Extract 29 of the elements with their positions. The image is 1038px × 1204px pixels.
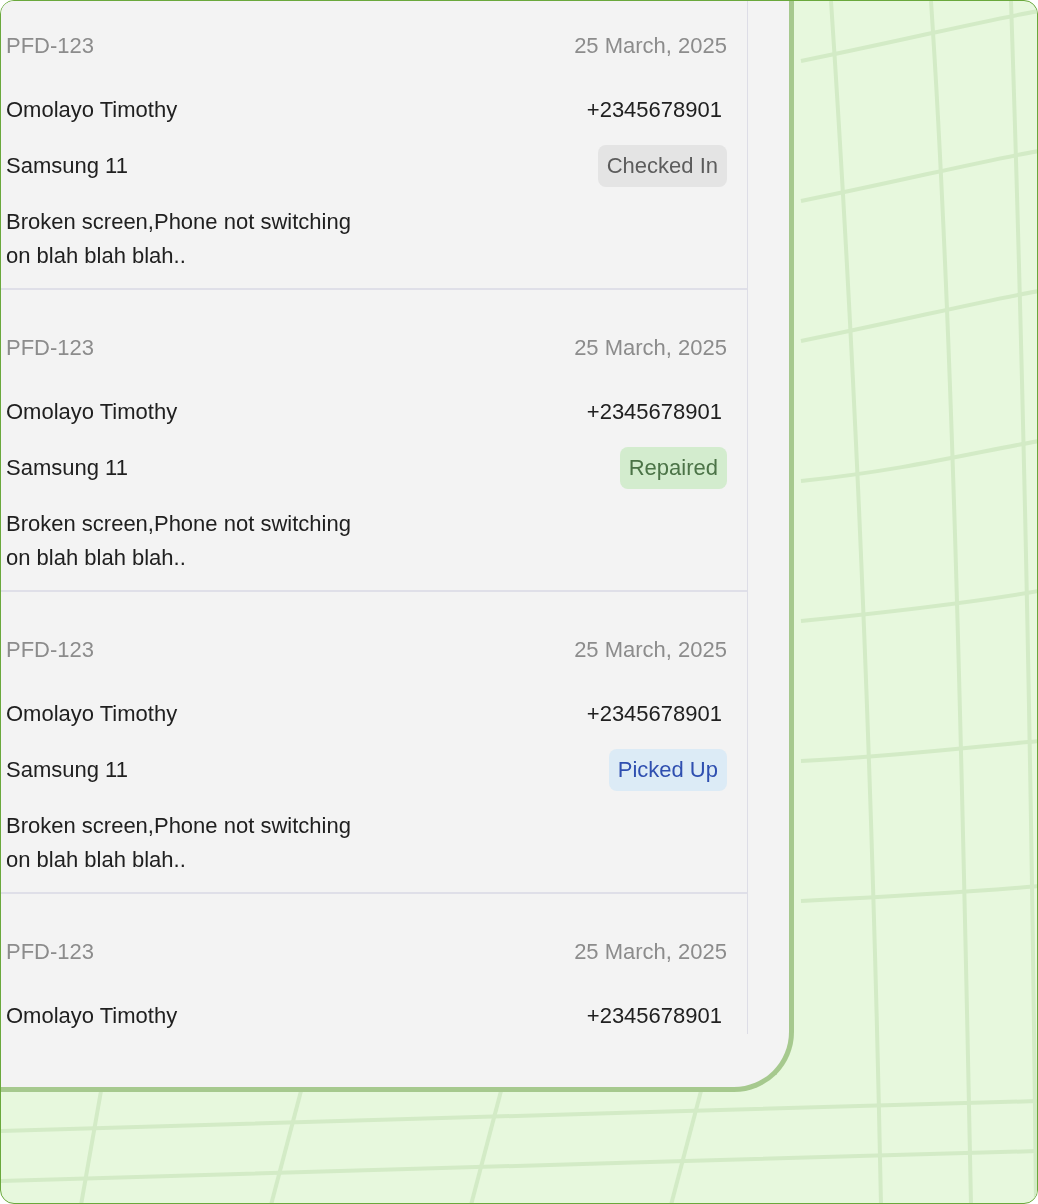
- customer-name: Omolayo Timothy: [6, 97, 178, 123]
- order-id: PFD-123: [6, 33, 95, 59]
- device-name: Samsung 11: [6, 455, 128, 481]
- device-name: Samsung 11: [6, 153, 128, 179]
- status-badge: Checked In: [597, 145, 727, 187]
- order-id: PFD-123: [6, 637, 95, 663]
- customer-name: Omolayo Timothy: [6, 701, 178, 727]
- order-id: PFD-123: [6, 335, 95, 361]
- issue-description: Broken screen,Phone not switching on blah blah blah..: [6, 510, 352, 572]
- customer-name: Omolayo Timothy: [6, 1003, 178, 1029]
- order-date: 25 March, 2025: [574, 637, 727, 663]
- issue-description: Broken screen,Phone not switching on blah blah blah..: [6, 812, 352, 874]
- order-date: 25 March, 2025: [574, 939, 727, 965]
- phone-number: +2345678901: [586, 97, 723, 123]
- order-card[interactable]: PFD-123 25 March, 2025 Omolayo Timothy +2345678901 Samsung 11 Repaired Broken screen,Phone not switching on blah blah blah..: [1, 290, 747, 592]
- issue-description: Broken screen,Phone not switching on blah blah blah..: [6, 208, 352, 270]
- order-card[interactable]: PFD-123 25 March, 2025 Omolayo Timothy +2345678901: [1, 894, 747, 1034]
- phone-number: +2345678901: [586, 701, 723, 727]
- status-badge: Repaired: [619, 447, 727, 489]
- phone-number: +2345678901: [586, 1003, 723, 1029]
- phone-number: +2345678901: [586, 399, 723, 425]
- device-name: Samsung 11: [6, 757, 128, 783]
- order-date: 25 March, 2025: [574, 335, 727, 361]
- status-badge: Picked Up: [608, 749, 727, 791]
- customer-name: Omolayo Timothy: [6, 399, 178, 425]
- order-id: PFD-123: [6, 939, 95, 965]
- order-date: 25 March, 2025: [574, 33, 727, 59]
- order-card[interactable]: PFD-123 25 March, 2025 Omolayo Timothy +2345678901 Samsung 11 Checked In Broken screen,Phone not switching on blah blah blah..: [1, 1, 747, 290]
- order-card[interactable]: PFD-123 25 March, 2025 Omolayo Timothy +2345678901 Samsung 11 Picked Up Broken screen,Phone not switching on blah blah blah..: [1, 592, 747, 894]
